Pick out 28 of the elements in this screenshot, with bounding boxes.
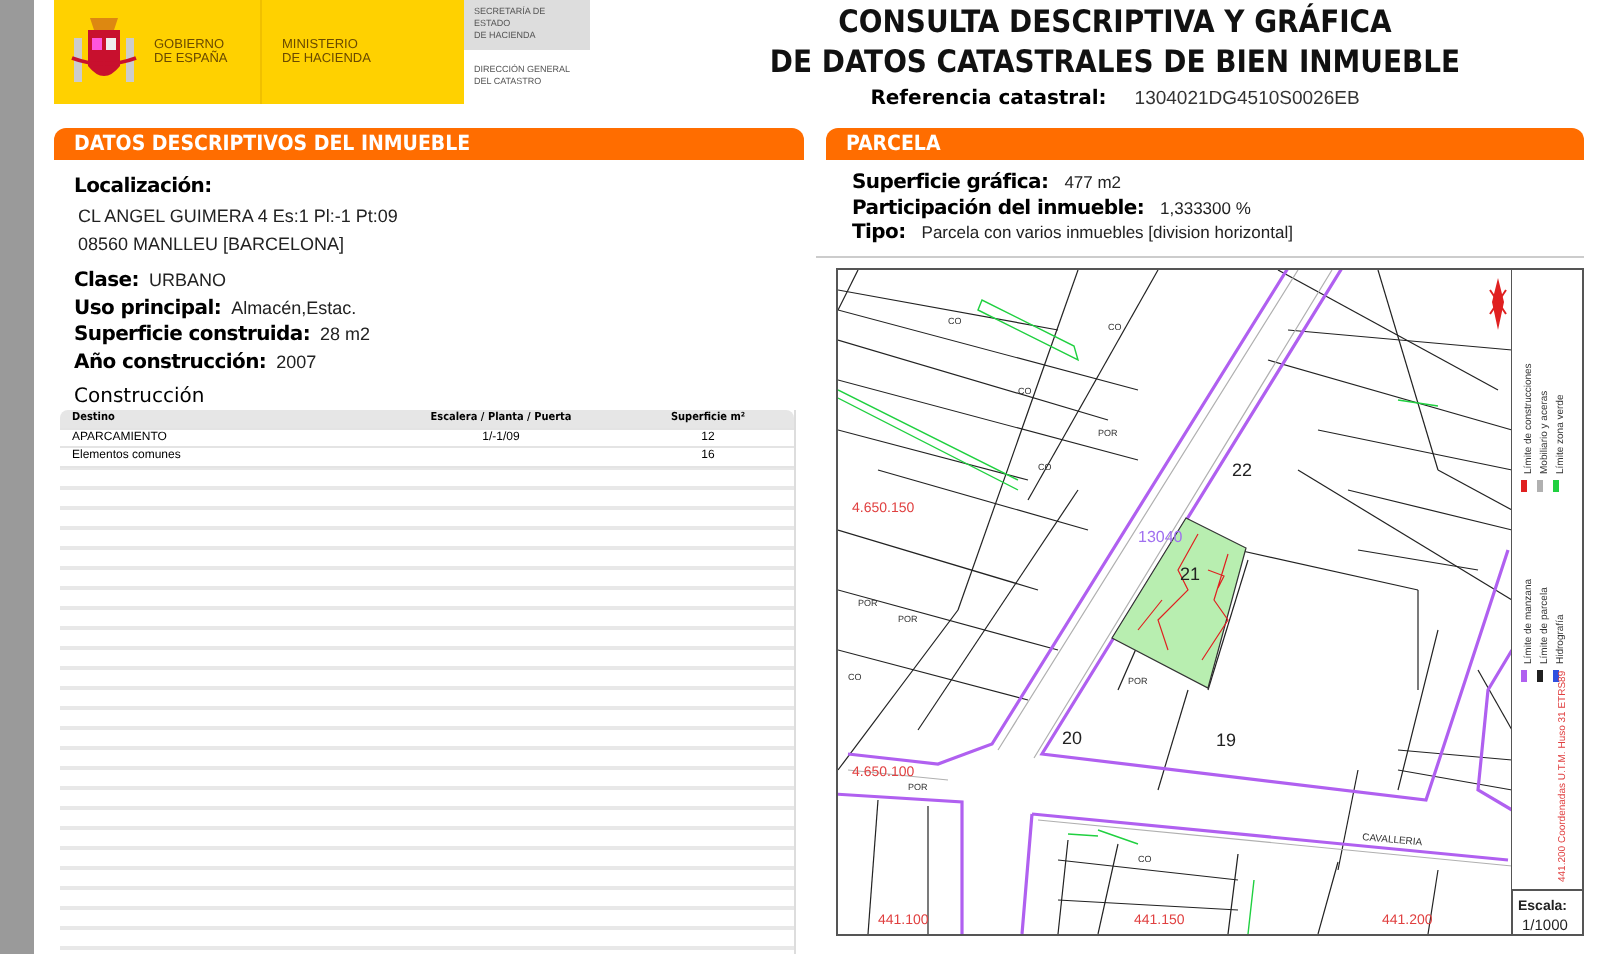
field-value: Almacén,Estac. (231, 297, 357, 317)
section-header: DATOS DESCRIPTIVOS DEL INMUEBLE (54, 128, 804, 160)
field-value: 477 m2 (1064, 172, 1122, 192)
section-heading: Construcción (74, 386, 207, 408)
parcel-number: 22 (1232, 459, 1253, 479)
location-label: Localización: (74, 176, 214, 198)
field-value: URBANO (148, 270, 226, 290)
field-label: Participación del inmueble: (852, 197, 1145, 219)
construction-lines (1137, 532, 1229, 660)
field-label: Clase: (74, 270, 139, 292)
field-value: Parcela con varios inmuebles [division horizontal] (921, 222, 1293, 242)
reference-value: 1304021DG4510S0026EB (1134, 88, 1360, 110)
reference-label: Referencia catastral: (870, 88, 1107, 110)
parcel-number: 21 (1180, 563, 1201, 583)
field-value: 1,333300 % (1160, 197, 1251, 217)
field-value: 28 m2 (320, 324, 371, 344)
north-arrow-icon (1489, 277, 1507, 329)
field-label: Superficie gráfica: (852, 172, 1049, 194)
field-label: Superficie construida: (74, 324, 311, 346)
page-title: CONSULTA DESCRIPTIVA Y GRÁFICA DE DATOS CATASTRALES DE BIEN INMUEBLE (769, 2, 1461, 82)
section-header: PARCELA (826, 128, 1584, 160)
address-text: CL ANGEL GUIMERA 4 Es:1 Pl:-1 Pt:09 08560 MANLLEU [BARCELONA] (76, 204, 400, 258)
field-label: Año construcción: (74, 351, 267, 373)
parcel-number: 19 (1216, 729, 1237, 749)
field-value: 2007 (276, 351, 317, 371)
field-label: Uso principal: (74, 297, 222, 319)
parcel-number: 20 (1062, 727, 1083, 747)
field-label: Tipo: (852, 222, 906, 244)
